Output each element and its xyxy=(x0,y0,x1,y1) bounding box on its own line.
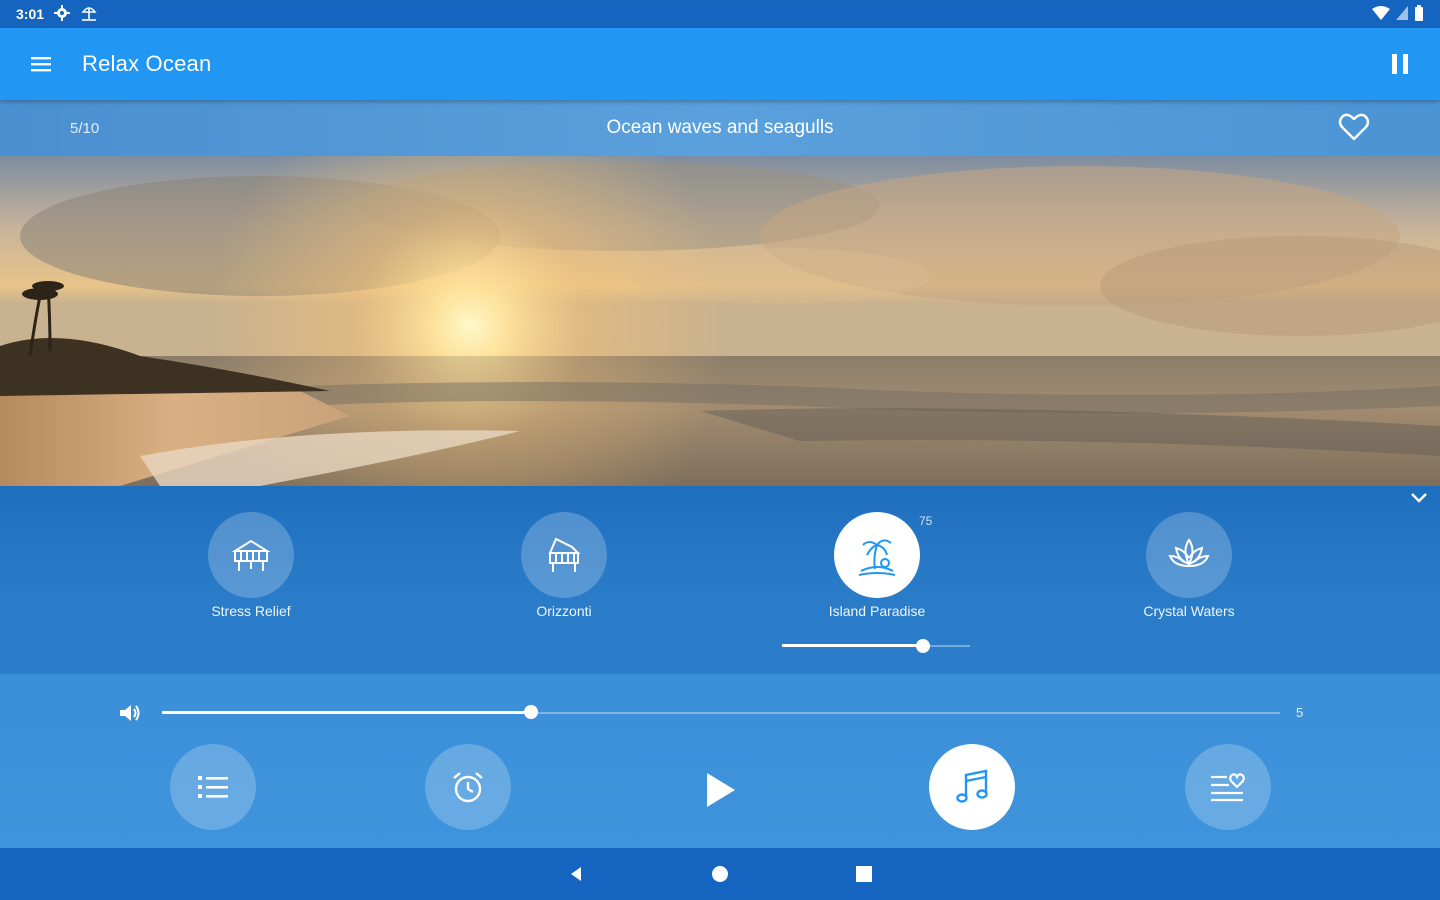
grand-piano-icon xyxy=(548,537,581,572)
slider-thumb[interactable] xyxy=(916,639,930,653)
battery-icon xyxy=(1414,4,1424,24)
hamburger-icon xyxy=(31,57,51,72)
piano-icon xyxy=(231,539,271,571)
palm-island-icon xyxy=(858,539,896,576)
status-time: 3:01 xyxy=(16,6,45,22)
home-button[interactable] xyxy=(648,848,792,900)
sound-toggle[interactable] xyxy=(834,512,920,598)
sound-item-orizzonti[interactable]: Orizzonti xyxy=(504,512,624,619)
sound-toggle[interactable] xyxy=(521,512,607,598)
app-title: Relax Ocean xyxy=(82,51,212,76)
track-title: Ocean waves and seagulls xyxy=(606,117,834,138)
sound-level-value: 75 xyxy=(919,514,933,528)
volume-max-label: 5 xyxy=(1296,705,1304,720)
play-button[interactable] xyxy=(690,760,750,820)
track-counter: 5/10 xyxy=(70,119,100,137)
sound-item-stress-relief[interactable]: Stress Relief xyxy=(191,512,311,619)
list-icon xyxy=(198,776,228,798)
sound-mixer: Stress Relief Orizzonti Island Paradise … xyxy=(0,486,1440,674)
gear-icon xyxy=(54,4,71,24)
system-nav-bar xyxy=(0,848,1440,900)
back-triangle-icon xyxy=(571,867,581,881)
wifi-icon xyxy=(1372,5,1390,23)
back-button[interactable] xyxy=(504,848,648,900)
sound-volume-slider[interactable] xyxy=(782,639,970,653)
sound-label: Island Paradise xyxy=(828,603,926,619)
heart-list-icon xyxy=(1211,773,1245,802)
pause-button[interactable] xyxy=(1360,28,1440,100)
menu-button[interactable] xyxy=(0,28,82,100)
sound-banner-image xyxy=(0,156,1440,486)
beach-icon xyxy=(80,4,98,25)
playlist-button[interactable] xyxy=(170,744,256,830)
track-info-bar: 5/10 Ocean waves and seagulls xyxy=(0,100,1440,156)
music-button[interactable] xyxy=(929,744,1015,830)
play-icon xyxy=(707,773,735,807)
master-volume-slider[interactable] xyxy=(162,705,1280,719)
slider-fill xyxy=(162,711,531,714)
recents-button[interactable] xyxy=(792,848,936,900)
music-note-icon xyxy=(956,769,988,803)
timer-button[interactable] xyxy=(425,744,511,830)
lotus-icon xyxy=(1168,538,1210,567)
favorite-button[interactable] xyxy=(1338,112,1370,147)
signal-icon xyxy=(1396,5,1408,23)
volume-icon xyxy=(118,702,142,729)
pause-icon xyxy=(1392,54,1408,74)
favorites-list-button[interactable] xyxy=(1185,744,1271,830)
collapse-button[interactable] xyxy=(1404,486,1434,510)
slider-fill xyxy=(782,644,923,647)
sound-toggle[interactable] xyxy=(208,512,294,598)
heart-outline-icon xyxy=(1338,113,1370,141)
slider-thumb[interactable] xyxy=(523,705,538,719)
sound-label: Crystal Waters xyxy=(1143,603,1235,619)
playback-controls: 5 xyxy=(0,674,1440,848)
sound-label: Orizzonti xyxy=(536,603,592,619)
sound-label: Stress Relief xyxy=(211,603,291,619)
app-bar: Relax Ocean xyxy=(0,28,1440,100)
sound-item-crystal-waters[interactable]: Crystal Waters xyxy=(1129,512,1249,619)
recents-square-icon xyxy=(856,866,872,882)
alarm-clock-icon xyxy=(453,772,483,803)
status-bar: 3:01 xyxy=(0,0,1440,28)
home-circle-icon xyxy=(712,866,728,882)
chevron-down-icon xyxy=(1411,493,1427,503)
sound-item-island-paradise[interactable]: Island Paradise xyxy=(817,512,937,619)
sound-toggle[interactable] xyxy=(1146,512,1232,598)
